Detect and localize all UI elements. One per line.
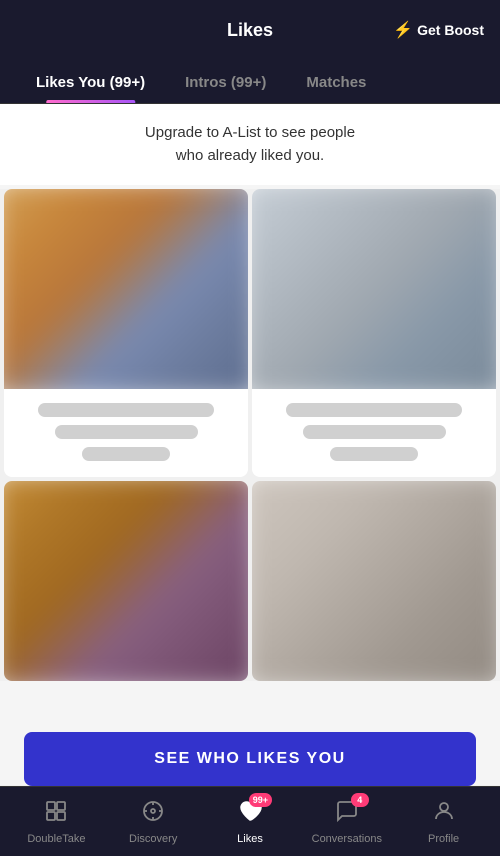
nav-label-profile: Profile <box>428 833 459 845</box>
nav-item-doubletake[interactable]: DoubleTake <box>8 799 105 845</box>
nav-item-profile[interactable]: Profile <box>395 799 492 845</box>
heart-icon: 99+ <box>238 799 262 829</box>
profile-image-blurred <box>4 189 248 389</box>
blurred-photo <box>4 189 248 389</box>
nav-item-likes[interactable]: 99+ Likes <box>202 799 299 845</box>
skeleton-detail <box>55 425 198 439</box>
skeleton-name <box>286 403 462 417</box>
skeleton-name <box>38 403 214 417</box>
tab-intros[interactable]: Intros (99+) <box>165 60 286 103</box>
page-title: Likes <box>227 20 273 41</box>
tabs-bar: Likes You (99+) Intros (99+) Matches <box>0 60 500 104</box>
profile-card <box>252 481 496 681</box>
profile-card <box>4 481 248 681</box>
bottom-nav: DoubleTake Discovery 99+ Likes <box>0 786 500 856</box>
profile-icon <box>432 799 456 829</box>
cta-container: SEE WHO LIKES YOU <box>0 732 500 786</box>
profile-image-blurred <box>252 481 496 681</box>
skeleton-tag <box>82 447 170 461</box>
blurred-photo <box>252 481 496 681</box>
blurred-photo <box>252 189 496 389</box>
profile-image-blurred <box>252 189 496 389</box>
likes-badge: 99+ <box>249 793 272 807</box>
blurred-photo <box>4 481 248 681</box>
nav-item-conversations[interactable]: 4 Conversations <box>298 799 395 845</box>
main-content: Upgrade to A-List to see people who alre… <box>0 104 500 785</box>
see-who-likes-you-button[interactable]: SEE WHO LIKES YOU <box>24 732 476 786</box>
chat-icon: 4 <box>335 799 359 829</box>
tab-likes-you[interactable]: Likes You (99+) <box>16 60 165 103</box>
profile-info <box>4 389 248 477</box>
tab-matches[interactable]: Matches <box>286 60 386 103</box>
conversations-badge: 4 <box>351 793 369 807</box>
skeleton-tag <box>330 447 418 461</box>
nav-label-discovery: Discovery <box>129 833 177 845</box>
skeleton-detail <box>303 425 446 439</box>
profile-image-blurred <box>4 481 248 681</box>
profile-card <box>252 189 496 477</box>
get-boost-button[interactable]: ⚡ Get Boost <box>393 20 484 40</box>
nav-item-discovery[interactable]: Discovery <box>105 799 202 845</box>
profile-card <box>4 189 248 477</box>
discovery-icon <box>141 799 165 829</box>
upgrade-banner: Upgrade to A-List to see people who alre… <box>0 104 500 185</box>
nav-label-conversations: Conversations <box>312 833 382 845</box>
boost-lightning-icon: ⚡ <box>393 20 413 40</box>
profiles-grid <box>0 189 500 681</box>
doubletake-icon <box>44 799 68 829</box>
nav-label-doubletake: DoubleTake <box>27 833 85 845</box>
profile-info <box>252 389 496 477</box>
nav-label-likes: Likes <box>237 833 263 845</box>
header: Likes ⚡ Get Boost <box>0 0 500 60</box>
